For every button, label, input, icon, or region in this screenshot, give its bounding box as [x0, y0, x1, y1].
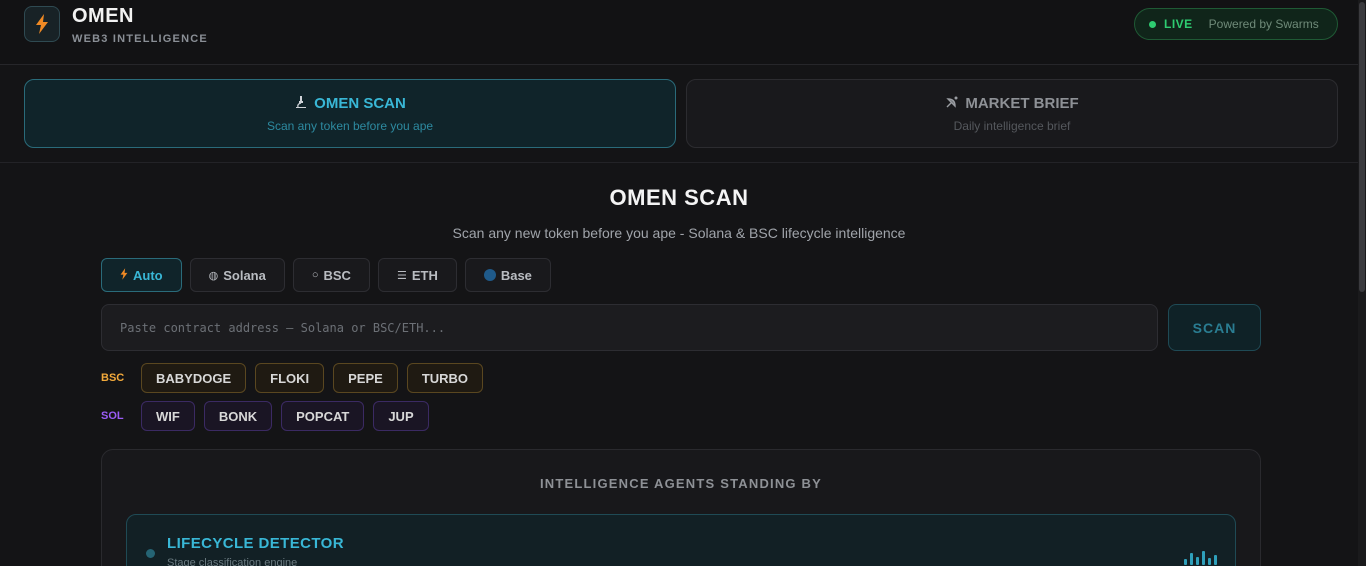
mode-tabs: OMEN SCAN Scan any token before you ape … [0, 65, 1358, 163]
satellite-dish-icon [945, 95, 959, 113]
chain-button-base[interactable]: Base [464, 258, 551, 292]
live-status-badge: LIVE Powered by Swarms [1134, 8, 1338, 40]
token-chip-wif[interactable]: WIF [141, 401, 195, 431]
agent-status-dot-icon [146, 549, 155, 558]
ethereum-icon: ☰ [396, 269, 407, 282]
chain-label: Base [500, 267, 532, 283]
activity-bars-icon [1184, 549, 1217, 565]
token-chip-bonk[interactable]: BONK [203, 401, 273, 431]
token-chip-pepe[interactable]: PEPE [333, 363, 398, 393]
microscope-icon [294, 95, 308, 113]
agent-description: Stage classification engine [167, 557, 298, 566]
lightning-icon [120, 267, 128, 283]
tab-market-brief-subtitle: Daily intelligence brief [953, 118, 1071, 133]
scan-button[interactable]: SCAN [1168, 304, 1261, 351]
chain-label: ETH [411, 267, 438, 283]
tab-market-brief-label: MARKET BRIEF [965, 95, 1079, 112]
tab-market-brief-title-row: MARKET BRIEF [945, 95, 1079, 113]
live-label: LIVE [1164, 17, 1193, 31]
token-chip-jup[interactable]: JUP [373, 401, 429, 431]
tab-omen-scan-label: OMEN SCAN [314, 95, 406, 112]
quick-label-sol: SOL [101, 410, 124, 422]
chain-button-bsc[interactable]: ○ BSC [292, 258, 370, 292]
lightning-icon[interactable] [24, 6, 60, 42]
page-scrollbar[interactable] [1358, 0, 1366, 566]
chain-button-eth[interactable]: ☰ ETH [377, 258, 457, 292]
tab-omen-scan-title-row: OMEN SCAN [294, 95, 406, 113]
chain-label: Solana [223, 267, 266, 283]
agent-card-lifecycle-detector: LIFECYCLE DETECTOR Stage classification … [126, 514, 1236, 566]
token-chip-popcat[interactable]: POPCAT [281, 401, 365, 431]
tab-omen-scan-subtitle: Scan any token before you ape [266, 118, 434, 133]
chain-label: BSC [323, 267, 351, 283]
quick-label-bsc: BSC [101, 372, 125, 384]
base-dot-icon [483, 269, 496, 281]
page-title: OMEN SCAN [609, 185, 749, 210]
agent-name: LIFECYCLE DETECTOR [167, 535, 344, 552]
globe-icon: ◍ [208, 269, 219, 282]
token-chip-turbo[interactable]: TURBO [406, 363, 484, 393]
scrollbar-thumb[interactable] [1359, 2, 1365, 292]
token-chip-babydoge[interactable]: BABYDOGE [141, 363, 247, 393]
app-header: OMEN WEB3 INTELLIGENCE LIVE Powered by S… [0, 0, 1358, 65]
quick-tokens-bsc: BSC BABYDOGE FLOKI PEPE TURBO [101, 363, 484, 393]
brand-tagline: WEB3 INTELLIGENCE [72, 33, 208, 45]
chain-button-auto[interactable]: Auto [101, 258, 182, 292]
chain-button-solana[interactable]: ◍ Solana [189, 258, 285, 292]
chain-selector: Auto ◍ Solana ○ BSC ☰ ETH Base [101, 258, 551, 292]
token-chip-floki[interactable]: FLOKI [255, 363, 325, 393]
agents-panel: INTELLIGENCE AGENTS STANDING BY LIFECYCL… [101, 449, 1261, 566]
ring-icon: ○ [311, 269, 319, 281]
tab-omen-scan[interactable]: OMEN SCAN Scan any token before you ape [24, 79, 676, 148]
powered-by-label: Powered by Swarms [1208, 17, 1319, 31]
brand-name: OMEN [72, 5, 134, 27]
contract-address-input[interactable] [101, 304, 1158, 351]
chain-label: Auto [133, 267, 163, 283]
tab-market-brief[interactable]: MARKET BRIEF Daily intelligence brief [686, 79, 1338, 148]
quick-tokens-sol: SOL WIF BONK POPCAT JUP [101, 401, 429, 431]
agents-panel-title: INTELLIGENCE AGENTS STANDING BY [539, 476, 823, 491]
live-dot-icon [1149, 20, 1156, 28]
page-subtitle: Scan any new token before you ape - Sola… [452, 225, 906, 241]
